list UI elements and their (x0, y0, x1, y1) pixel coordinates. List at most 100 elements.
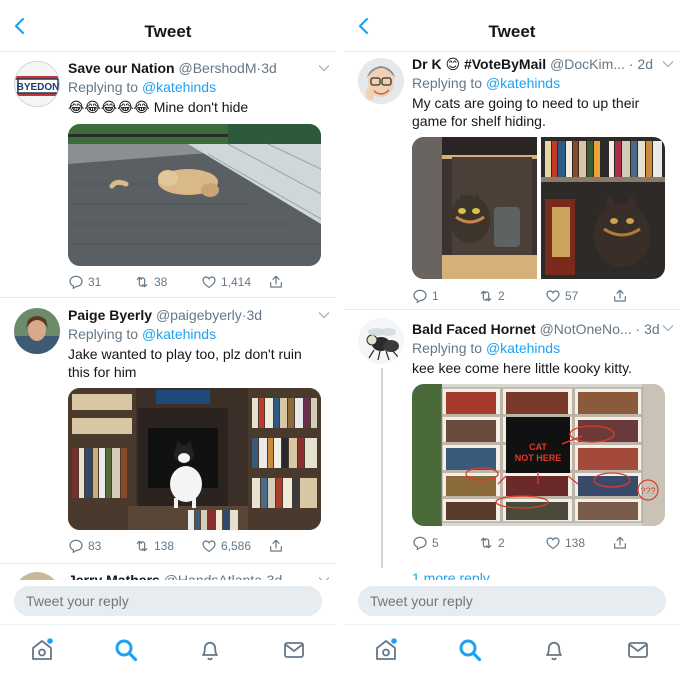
reply-button[interactable]: 5 (412, 535, 439, 551)
tweet[interactable]: Dr K 😊 #VoteByMail @DocKim... · 2d Reply… (344, 52, 680, 310)
tweet-photo[interactable]: CAT NOT HERE ??? (412, 384, 665, 526)
notifications-icon (541, 637, 567, 663)
image-annotation-cat: CAT (529, 442, 547, 452)
tab-search[interactable] (113, 637, 139, 663)
tab-home[interactable] (29, 637, 55, 663)
replying-to-link[interactable]: @katehinds (486, 75, 560, 91)
tweet-text: Jake wanted to play too, plz don't ruin … (68, 346, 302, 380)
avatar[interactable] (14, 308, 60, 354)
caret-down-icon[interactable] (662, 324, 674, 332)
avatar[interactable] (358, 58, 404, 104)
reply-bar (0, 580, 336, 624)
avatar[interactable] (358, 318, 404, 364)
tweet-text: kee kee come here little kooky kitty. (412, 360, 632, 376)
reply-button[interactable]: 83 (68, 538, 101, 554)
image-annotation-qmarks: ??? (640, 486, 655, 496)
share-button[interactable] (612, 288, 628, 304)
tweet-body: Bald Faced Hornet @NotOneNo... · 3d Repl… (412, 320, 670, 377)
tweet-photo[interactable] (68, 388, 321, 530)
timestamp: 3d (261, 60, 277, 76)
timestamp: 3d (246, 307, 263, 323)
reply-button[interactable]: 1 (412, 288, 439, 304)
photo-left (412, 137, 537, 279)
caret-down-icon[interactable] (662, 60, 674, 68)
replying-to: Replying to @katehinds (68, 326, 217, 342)
replying-to: Replying to @katehinds (412, 75, 561, 91)
messages-icon (281, 637, 307, 663)
tweet-body: Save our Nation @BershodM·3d Replying to… (68, 59, 326, 116)
tab-search[interactable] (457, 637, 483, 663)
reply-button[interactable]: 31 (68, 274, 101, 290)
tab-messages[interactable] (625, 637, 651, 663)
tweet-text: My cats are going to need to up their ga… (412, 95, 640, 129)
retweet-icon (134, 274, 150, 290)
retweet-icon (478, 535, 494, 551)
author-name[interactable]: Dr K (412, 56, 442, 72)
share-button[interactable] (612, 535, 628, 551)
author-handle[interactable]: @paigebyerly (156, 307, 242, 323)
emoji: 😂😂😂😂😂 (68, 99, 150, 115)
like-button[interactable]: 57 (545, 288, 578, 304)
like-button[interactable]: 1,414 (201, 274, 251, 290)
retweet-icon (134, 538, 150, 554)
tweet-body: Dr K 😊 #VoteByMail @DocKim... · 2d Reply… (412, 55, 670, 130)
tweet-photo[interactable] (68, 124, 321, 266)
search-icon (113, 637, 139, 663)
share-icon (268, 274, 284, 290)
reply-bar (344, 580, 680, 624)
replying-to: Replying to @katehinds (68, 79, 217, 95)
reply-input[interactable] (14, 586, 322, 616)
retweet-button[interactable]: 138 (134, 538, 174, 554)
tweet[interactable]: BYEDON Save our Nation @BershodM·3d Repl… (0, 52, 336, 298)
reply-icon (68, 538, 84, 554)
tab-bar (0, 624, 336, 676)
replying-to-link[interactable]: @katehinds (142, 326, 216, 342)
retweet-button[interactable]: 2 (478, 535, 505, 551)
tweet-actions: 1 2 57 (412, 288, 660, 306)
tab-messages[interactable] (281, 637, 307, 663)
author-name[interactable]: Save our Nation (68, 60, 175, 76)
tweet-actions: 83 138 6,586 (68, 538, 316, 556)
reply-input[interactable] (358, 586, 666, 616)
caret-down-icon[interactable] (318, 64, 330, 72)
reply-icon (68, 274, 84, 290)
like-button[interactable]: 6,586 (201, 538, 251, 554)
author-handle[interactable]: @DocKim... (550, 56, 625, 72)
share-icon (612, 535, 628, 551)
tweet-body: Paige Byerly @paigebyerly·3d Replying to… (68, 306, 326, 381)
timestamp: 2d (637, 56, 653, 72)
author-name[interactable]: Paige Byerly (68, 307, 152, 323)
replying-to: Replying to @katehinds (412, 340, 561, 356)
caret-down-icon[interactable] (318, 311, 330, 319)
replying-to-link[interactable]: @katehinds (486, 340, 560, 356)
photo-right (541, 137, 665, 279)
smile-emoji-icon: 😊 (445, 56, 461, 72)
header: Tweet (344, 0, 680, 52)
avatar-logo-text: BYEDON (17, 82, 60, 93)
author-handle[interactable]: @BershodM (178, 60, 256, 76)
tab-notifications[interactable] (197, 637, 223, 663)
tweet-actions: 5 2 138 (412, 535, 660, 553)
author-name[interactable]: Bald Faced Hornet (412, 321, 536, 337)
tab-home[interactable] (373, 637, 399, 663)
retweet-button[interactable]: 2 (478, 288, 505, 304)
author-handle[interactable]: @NotOneNo... (540, 321, 632, 337)
share-button[interactable] (268, 538, 284, 554)
retweet-button[interactable]: 38 (134, 274, 167, 290)
like-button[interactable]: 138 (545, 535, 585, 551)
share-button[interactable] (268, 274, 284, 290)
like-icon (545, 535, 561, 551)
reply-icon (412, 535, 428, 551)
tab-bar (344, 624, 680, 676)
author-name-suffix: #VoteByMail (463, 56, 547, 72)
tweet[interactable]: Bald Faced Hornet @NotOneNo... · 3d Repl… (344, 310, 680, 586)
tweet-photo-grid[interactable] (412, 137, 665, 279)
share-icon (612, 288, 628, 304)
tab-notifications[interactable] (541, 637, 567, 663)
panel-divider (336, 0, 344, 676)
replying-to-link[interactable]: @katehinds (142, 79, 216, 95)
tweet[interactable]: Paige Byerly @paigebyerly·3d Replying to… (0, 298, 336, 564)
share-icon (268, 538, 284, 554)
avatar[interactable]: BYEDON (14, 61, 60, 107)
tweet-text: 😂😂😂😂😂 Mine don't hide (68, 99, 249, 115)
